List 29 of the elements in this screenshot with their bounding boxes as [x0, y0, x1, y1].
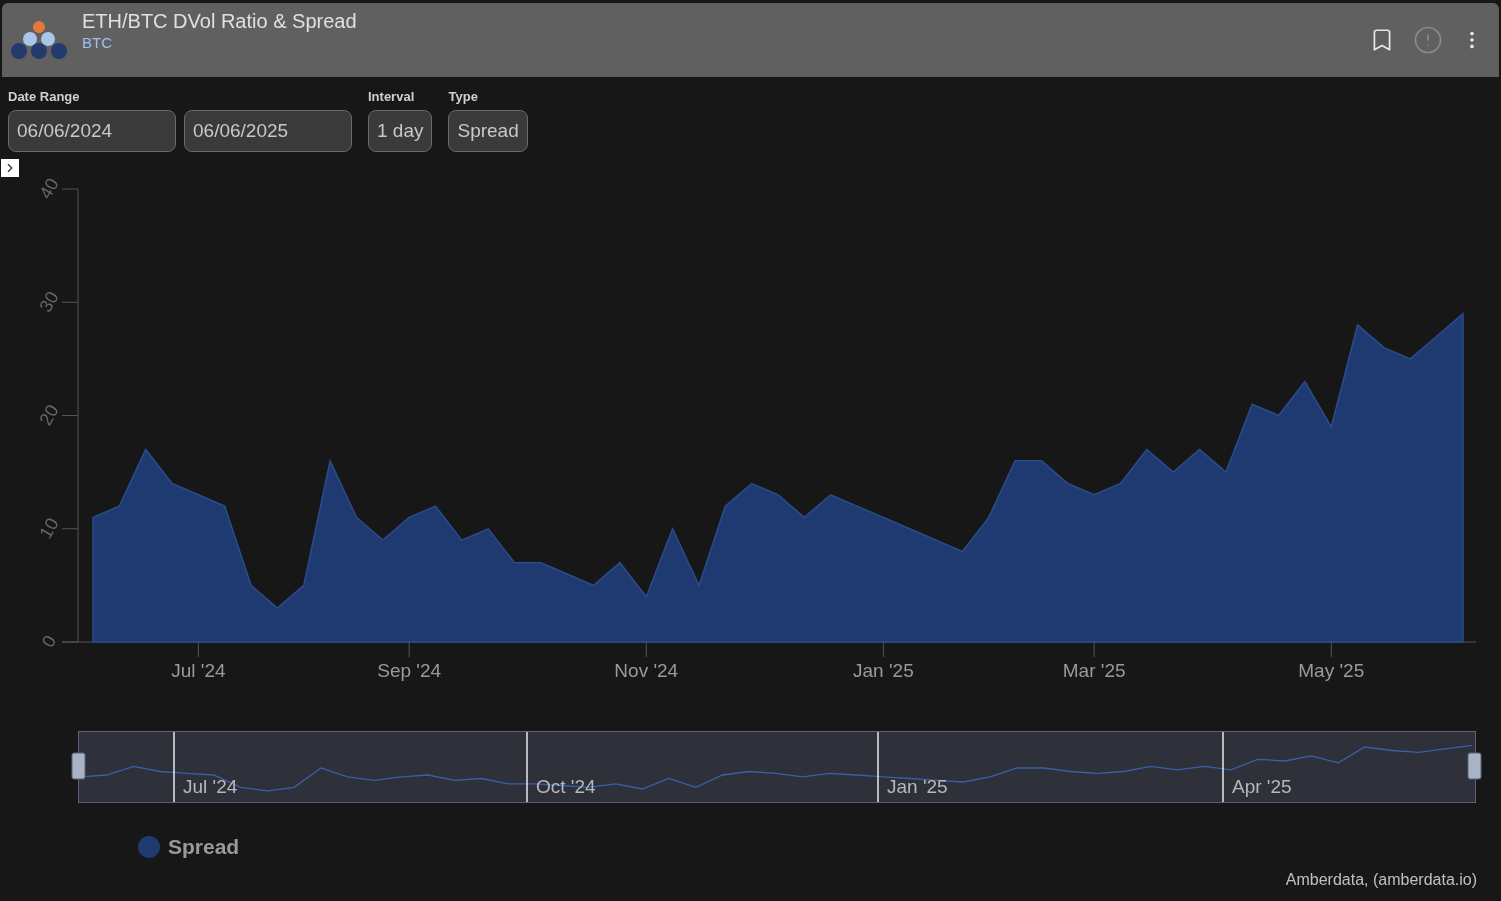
y-axis-label: 10 — [35, 515, 63, 543]
navigator-label: Apr '25 — [1232, 776, 1292, 798]
y-axis-label: 30 — [35, 288, 63, 316]
x-axis-label: Nov '24 — [614, 660, 679, 682]
select-field[interactable]: Spread — [448, 110, 528, 153]
x-axis-label: Mar '25 — [1062, 660, 1126, 682]
x-axis-label: Jan '25 — [853, 660, 914, 682]
x-axis-label: Sep '24 — [377, 660, 442, 682]
expand-toggle-icon[interactable] — [1, 159, 19, 178]
legend-label[interactable]: Spread — [168, 831, 240, 863]
control-label: Type — [448, 87, 479, 106]
x-axis-label: May '25 — [1298, 660, 1365, 682]
y-axis-label: 0 — [37, 632, 61, 652]
logo-icon — [10, 18, 68, 61]
navigator-label: Jan '25 — [887, 776, 948, 798]
asset-label: BTC — [82, 34, 113, 53]
select-field[interactable]: 1 day — [368, 110, 433, 153]
chart-title: ETH/BTC DVol Ratio & Spread — [82, 9, 357, 34]
control-label: Date Range — [8, 87, 81, 106]
y-axis-label: 40 — [35, 175, 63, 203]
y-axis-label: 20 — [35, 401, 63, 430]
credit-text: Amberdata, (amberdata.io) — [1285, 870, 1477, 891]
control-label: Interval — [368, 87, 416, 106]
navigator-handle[interactable] — [1467, 752, 1482, 780]
x-axis-label: Jul '24 — [171, 660, 226, 682]
date-field[interactable]: 06/06/2024 — [8, 110, 176, 153]
navigator-label: Jul '24 — [183, 776, 238, 798]
date-field[interactable]: 06/06/2025 — [184, 110, 352, 153]
navigator-handle[interactable] — [71, 752, 86, 780]
